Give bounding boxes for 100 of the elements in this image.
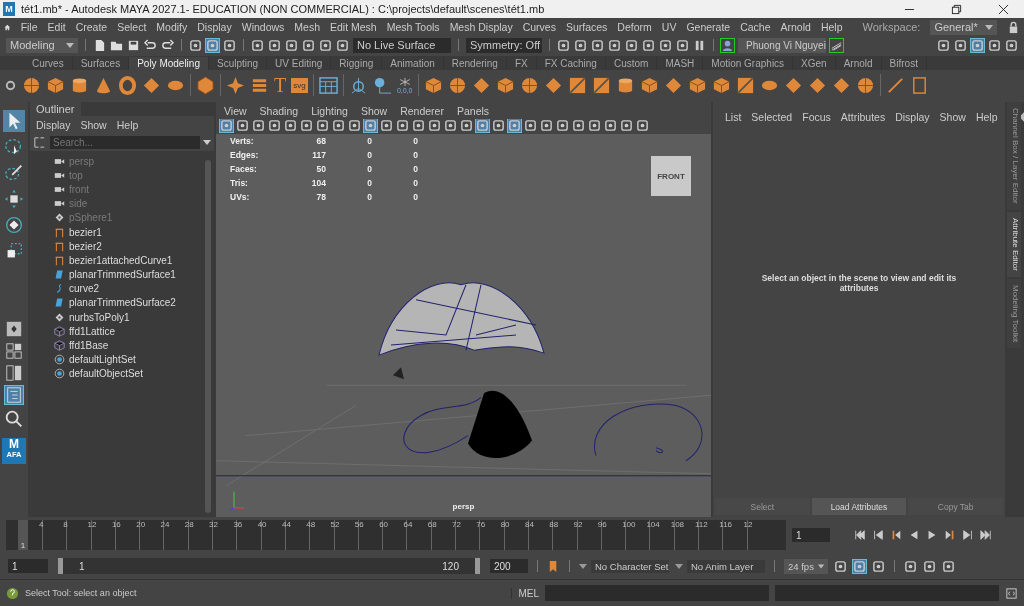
- panel-button[interactable]: Load Attributes: [811, 498, 907, 515]
- cube-icon[interactable]: [687, 75, 707, 95]
- side-tab[interactable]: Attribute Editor: [1007, 211, 1021, 277]
- save-icon[interactable]: [127, 38, 140, 52]
- outliner-item[interactable]: ffd1Lattice: [69, 325, 115, 337]
- previous-key-icon[interactable]: [890, 529, 902, 541]
- close-icon[interactable]: [998, 3, 1009, 15]
- menu-item[interactable]: Modify: [156, 21, 188, 33]
- undo-icon[interactable]: [144, 38, 157, 52]
- workspace-dropdown[interactable]: General*: [930, 19, 997, 35]
- caret-icon[interactable]: [203, 140, 211, 145]
- menu-item[interactable]: Cache: [740, 21, 771, 33]
- svg-tool-button[interactable]: svg: [291, 77, 308, 93]
- star-icon[interactable]: [226, 75, 245, 95]
- symmetry-dropdown[interactable]: Symmetry: Off: [466, 37, 542, 53]
- result-field[interactable]: [775, 585, 999, 601]
- outliner-item[interactable]: nurbsToPoly1: [69, 311, 130, 323]
- menu-item[interactable]: Surfaces: [565, 21, 608, 33]
- two-pane-icon[interactable]: [5, 364, 23, 382]
- new-file-icon[interactable]: [93, 38, 106, 52]
- menu-item[interactable]: Focus: [802, 110, 831, 123]
- search-icon[interactable]: [3, 408, 25, 430]
- menu-item[interactable]: Mesh: [294, 21, 320, 33]
- menu-item[interactable]: Attributes: [840, 110, 886, 123]
- menu-item[interactable]: Display: [197, 21, 232, 33]
- menu-item[interactable]: Help: [116, 119, 139, 131]
- current-time-marker[interactable]: 1: [18, 520, 28, 550]
- outliner-item[interactable]: planarTrimmedSurface1: [69, 269, 176, 281]
- sphere-icon[interactable]: [22, 75, 41, 95]
- user-dropdown[interactable]: Phuong Vi Nguyei: [738, 37, 826, 53]
- sphere-icon[interactable]: [855, 75, 875, 95]
- side-tab[interactable]: Modeling Toolkit: [1007, 278, 1021, 348]
- cylinder-icon[interactable]: [70, 75, 89, 95]
- script-language-button[interactable]: MEL: [511, 587, 539, 599]
- menu-item[interactable]: UV: [661, 21, 677, 33]
- side-tab[interactable]: Channel Box / Layer Editor: [1007, 102, 1021, 210]
- menu-item[interactable]: List: [725, 110, 742, 123]
- menu-item[interactable]: Edit Mesh: [330, 21, 377, 33]
- filter-icon[interactable]: [33, 136, 46, 149]
- rotate-tool-icon[interactable]: [3, 214, 25, 236]
- menu-item[interactable]: Show: [360, 105, 388, 117]
- torus-icon[interactable]: [118, 75, 137, 95]
- outliner-item[interactable]: defaultLightSet: [69, 354, 136, 366]
- menu-item[interactable]: Generate: [686, 21, 731, 33]
- cube-icon[interactable]: [495, 75, 515, 95]
- menu-item[interactable]: File: [20, 21, 38, 33]
- menu-item[interactable]: Help: [975, 110, 998, 123]
- fps-dropdown[interactable]: 24 fps: [784, 558, 828, 574]
- view-cube[interactable]: FRONT: [651, 156, 691, 196]
- play-icon[interactable]: [926, 529, 938, 541]
- outliner-tab[interactable]: Outliner: [30, 102, 81, 116]
- step-back-icon[interactable]: [872, 529, 884, 541]
- menu-item[interactable]: Renderer: [400, 105, 444, 117]
- outliner-item[interactable]: bezier1: [69, 226, 102, 238]
- split-square-icon[interactable]: [567, 75, 587, 95]
- cube-icon[interactable]: [639, 75, 659, 95]
- menu-item[interactable]: Windows: [241, 21, 285, 33]
- restore-icon[interactable]: [951, 3, 962, 15]
- split-square-icon[interactable]: [735, 75, 755, 95]
- outliner-layout-icon[interactable]: [5, 386, 23, 404]
- select-tool-icon[interactable]: [3, 110, 25, 132]
- text-tool-button[interactable]: T: [274, 75, 287, 95]
- scroll-bar[interactable]: [205, 160, 211, 513]
- outliner-item[interactable]: defaultObjectSet: [69, 368, 143, 380]
- step-forward-icon[interactable]: [962, 529, 974, 541]
- go-to-end-icon[interactable]: [980, 529, 992, 541]
- outliner-item[interactable]: planarTrimmedSurface2: [69, 297, 176, 309]
- mode-dropdown[interactable]: Modeling: [6, 37, 78, 53]
- menu-item[interactable]: Lighting: [311, 105, 348, 117]
- menu-item[interactable]: Edit: [47, 21, 66, 33]
- menu-item[interactable]: Shading: [259, 105, 299, 117]
- four-pane-icon[interactable]: [5, 342, 23, 360]
- outliner-item[interactable]: curve2: [69, 283, 99, 295]
- menu-item[interactable]: Deform: [617, 21, 652, 33]
- move-tool-icon[interactable]: [3, 188, 25, 210]
- outliner-item[interactable]: bezier1attachedCurve1: [69, 254, 173, 266]
- outliner-item[interactable]: ffd1Base: [69, 340, 109, 352]
- command-field[interactable]: [545, 585, 769, 601]
- menu-item[interactable]: Selected: [751, 110, 793, 123]
- end-frame-field[interactable]: 200: [490, 559, 528, 573]
- help-icon[interactable]: [6, 586, 19, 600]
- table-icon[interactable]: [318, 75, 338, 95]
- menu-item[interactable]: Curves: [522, 21, 556, 33]
- menu-item[interactable]: Panels: [456, 105, 490, 117]
- menu-item[interactable]: Mesh Tools: [386, 21, 440, 33]
- gear-icon[interactable]: [4, 78, 17, 92]
- menu-item[interactable]: Show: [939, 110, 966, 123]
- menu-item[interactable]: View: [224, 105, 247, 117]
- pen-icon[interactable]: [885, 75, 905, 95]
- outliner-item[interactable]: bezier2: [69, 240, 102, 252]
- current-frame-field[interactable]: 1: [792, 528, 830, 542]
- range-slider[interactable]: 1 120: [58, 558, 480, 574]
- menu-item[interactable]: Help: [820, 21, 843, 33]
- cube-icon[interactable]: [46, 75, 65, 95]
- next-key-icon[interactable]: [944, 529, 956, 541]
- time-slider[interactable]: 1 4 8 12 16 20 24 28 32 36 40 44 48 52 56 60 64 68 72 76 80 84 88 92 96 100 104 108 112 116 12: [6, 520, 786, 550]
- pause-icon[interactable]: [693, 38, 706, 52]
- stripes-icon[interactable]: [830, 38, 843, 52]
- cube-icon[interactable]: [711, 75, 731, 95]
- redo-icon[interactable]: [161, 38, 174, 52]
